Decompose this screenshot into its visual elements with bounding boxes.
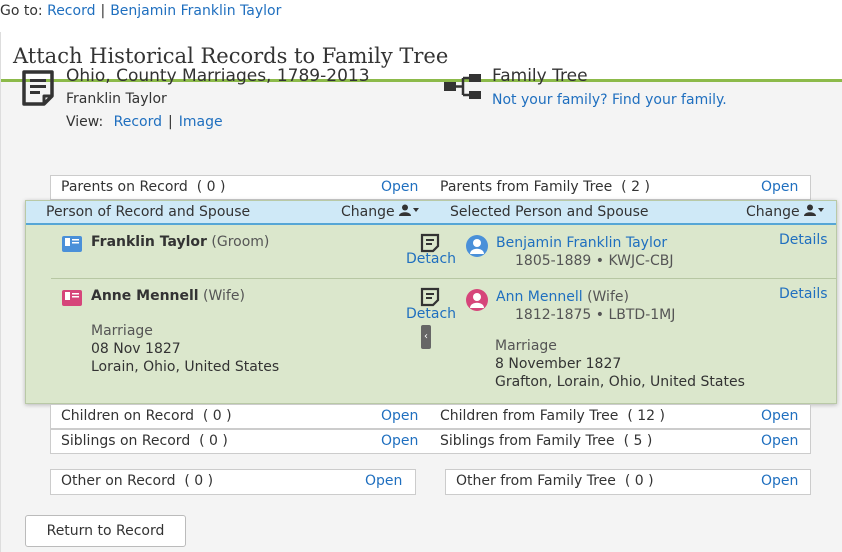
- siblings-from-tree-open[interactable]: Open: [761, 433, 798, 449]
- view-record-link[interactable]: Record: [114, 114, 162, 130]
- siblings-row: Siblings on Record ( 0 ) Open Siblings f…: [50, 429, 811, 454]
- tree-person-ann-link[interactable]: Ann Mennell: [496, 289, 583, 305]
- tree-person-ann-meta: 1812-1875 • LBTD-1MJ: [515, 307, 676, 323]
- record-view-links: View: Record | Image: [66, 114, 223, 130]
- record-person-wife: Anne Mennell (Wife): [91, 288, 245, 304]
- detach-wife-link[interactable]: Detach: [406, 306, 456, 322]
- change-tree-person-button[interactable]: Change: [746, 204, 825, 220]
- other-from-tree-label: Other from Family Tree ( 0 ): [456, 473, 654, 489]
- detach-icon: [420, 287, 440, 307]
- siblings-on-record-open[interactable]: Open: [381, 433, 418, 449]
- person-menu-icon: [399, 204, 420, 216]
- tree-event-place: Grafton, Lorain, Ohio, United States: [495, 374, 745, 390]
- tree-event-date: 8 November 1827: [495, 356, 622, 372]
- other-on-record-open[interactable]: Open: [365, 473, 402, 489]
- tree-person-benjamin-link[interactable]: Benjamin Franklin Taylor: [496, 235, 667, 251]
- document-icon: [22, 70, 54, 106]
- tree-person-ann: Ann Mennell (Wife): [496, 289, 629, 305]
- spouse-panel: Person of Record and Spouse Change Selec…: [25, 200, 837, 404]
- children-from-tree-label: Children from Family Tree ( 12 ): [440, 408, 665, 424]
- collapse-tab[interactable]: ‹: [421, 325, 431, 349]
- page-title: Attach Historical Records to Family Tree: [13, 44, 449, 68]
- view-label: View:: [66, 114, 104, 130]
- spouse-panel-header: Person of Record and Spouse Change Selec…: [26, 201, 836, 225]
- detach-groom-link[interactable]: Detach: [406, 251, 456, 267]
- details-link-wife[interactable]: Details: [779, 286, 828, 302]
- parents-on-record-open[interactable]: Open: [381, 179, 418, 195]
- parents-on-record-label: Parents on Record ( 0 ): [61, 179, 226, 195]
- record-event-date: 08 Nov 1827: [91, 341, 181, 357]
- record-event-place: Lorain, Ohio, United States: [91, 359, 280, 375]
- parents-from-tree-open[interactable]: Open: [761, 179, 798, 195]
- other-on-record-label: Other on Record ( 0 ): [61, 473, 214, 489]
- person-menu-icon: [804, 204, 825, 216]
- goto-person-link[interactable]: Benjamin Franklin Taylor: [110, 3, 281, 19]
- panel-divider: [51, 278, 836, 279]
- parents-row: Parents on Record ( 0 ) Open Parents fro…: [50, 175, 811, 200]
- female-record-badge-icon: [62, 290, 82, 306]
- male-avatar-icon: [466, 235, 488, 257]
- goto-label: Go to:: [0, 3, 43, 19]
- children-on-record-label: Children on Record ( 0 ): [61, 408, 232, 424]
- tree-person-benjamin-meta: 1805-1889 • KWJC-CBJ: [515, 253, 674, 269]
- female-avatar-icon: [466, 289, 488, 311]
- children-from-tree-open[interactable]: Open: [761, 408, 798, 424]
- male-record-badge-icon: [62, 236, 82, 252]
- detach-icon: [420, 233, 440, 253]
- record-subject-name: Franklin Taylor: [66, 91, 167, 107]
- person-of-record-header: Person of Record and Spouse: [46, 204, 251, 220]
- goto-separator: |: [100, 3, 106, 19]
- children-on-record-open[interactable]: Open: [381, 408, 418, 424]
- record-collection-title: Ohio, County Marriages, 1789-2013: [66, 66, 370, 86]
- siblings-from-tree-label: Siblings from Family Tree ( 5 ): [440, 433, 653, 449]
- other-on-record-row: Other on Record ( 0 ) Open: [50, 469, 416, 495]
- family-tree-icon: [444, 74, 481, 99]
- return-to-record-button[interactable]: Return to Record: [25, 515, 186, 547]
- parents-from-tree-label: Parents from Family Tree ( 2 ): [440, 179, 650, 195]
- goto-bar: Go to: Record | Benjamin Franklin Taylor: [0, 3, 281, 19]
- other-from-tree-open[interactable]: Open: [761, 473, 798, 489]
- view-image-link[interactable]: Image: [179, 114, 223, 130]
- record-person-groom: Franklin Taylor (Groom): [91, 234, 270, 250]
- change-record-person-button[interactable]: Change: [341, 204, 420, 220]
- details-link-groom[interactable]: Details: [779, 232, 828, 248]
- selected-person-header: Selected Person and Spouse: [450, 204, 649, 220]
- tree-event-type: Marriage: [495, 338, 557, 354]
- record-event-type: Marriage: [91, 323, 153, 339]
- siblings-on-record-label: Siblings on Record ( 0 ): [61, 433, 228, 449]
- children-row: Children on Record ( 0 ) Open Children f…: [50, 404, 811, 429]
- family-tree-title: Family Tree: [492, 66, 588, 86]
- view-separator: |: [168, 114, 173, 130]
- other-from-tree-row: Other from Family Tree ( 0 ) Open: [445, 469, 811, 495]
- find-your-family-link[interactable]: Not your family? Find your family.: [492, 92, 727, 108]
- goto-record-link[interactable]: Record: [47, 3, 95, 19]
